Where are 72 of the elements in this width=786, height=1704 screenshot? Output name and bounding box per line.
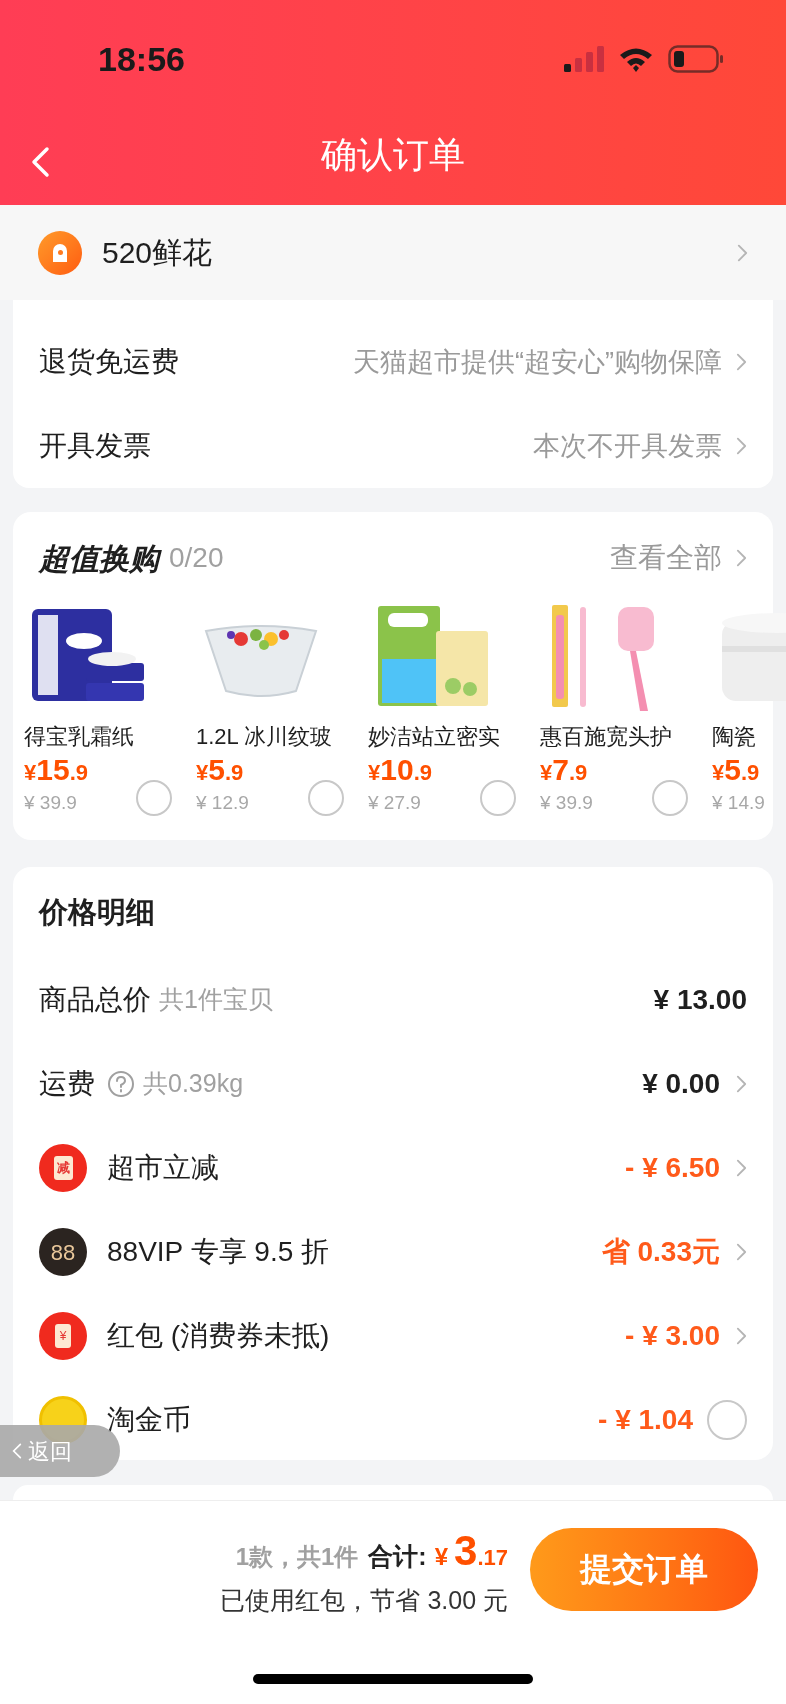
radio-button[interactable] xyxy=(308,779,344,816)
price-label: 运费 xyxy=(39,1067,95,1101)
price-value: ¥ 0.00 xyxy=(642,1067,720,1101)
status-time: 18:56 xyxy=(98,38,185,80)
service-row[interactable]: 退货免运费 天猫超市提供“超安心”购物保障 xyxy=(39,320,747,404)
wifi-icon xyxy=(618,46,654,72)
page-title: 确认订单 xyxy=(321,132,465,177)
price-value: - ¥ 1.04 xyxy=(598,1403,693,1437)
service-row[interactable]: 开具发票 本次不开具发票 xyxy=(39,404,747,488)
total-label: 合计: xyxy=(368,1540,427,1572)
chevron-right-icon xyxy=(736,548,747,568)
service-label: 退货免运费 xyxy=(39,345,179,379)
chevron-right-icon xyxy=(736,1074,747,1094)
chevron-right-icon xyxy=(736,1326,747,1346)
price-value: - ¥ 6.50 xyxy=(625,1151,720,1185)
price-note: 共1件宝贝 xyxy=(159,984,273,1016)
product-price: ¥5.9 xyxy=(196,755,245,785)
product-name: 妙洁站立密实 xyxy=(368,723,501,751)
product-name: 得宝乳霜纸 xyxy=(24,723,135,751)
total-price: ¥3.17 xyxy=(434,1525,508,1576)
product-card[interactable]: 惠百施宽头护 ¥7.9 ¥ 39.9 xyxy=(540,600,712,818)
price-note: 共0.39kg xyxy=(143,1068,244,1100)
original-price: ¥ 39.9 xyxy=(540,791,593,815)
chevron-left-icon xyxy=(12,1442,22,1460)
product-price: ¥7.9 xyxy=(540,755,589,785)
item-count: 1款，共1件 xyxy=(235,1541,359,1572)
original-price: ¥ 12.9 xyxy=(196,791,249,815)
radio-button[interactable] xyxy=(707,1400,747,1440)
radio-button[interactable] xyxy=(480,779,516,816)
address-row[interactable]: 520鲜花 xyxy=(0,205,786,300)
service-value: 天猫超市提供“超安心”购物保障 xyxy=(352,345,722,379)
address-text: 520鲜花 xyxy=(102,235,214,271)
section-title: 价格明细 xyxy=(39,894,155,930)
product-name: 陶瓷 xyxy=(712,723,757,751)
product-card[interactable]: 1.2L 冰川纹玻 ¥5.9 ¥ 12.9 xyxy=(196,600,368,818)
radio-button[interactable] xyxy=(136,779,172,816)
discount-envelope-icon: 减 xyxy=(39,1144,87,1192)
product-price: ¥5.9 xyxy=(712,755,761,785)
price-value: - ¥ 3.00 xyxy=(625,1319,720,1353)
original-price: ¥ 14.9 xyxy=(712,791,765,815)
envelope-icon: ¥ xyxy=(39,1312,87,1360)
back-icon[interactable] xyxy=(30,145,50,178)
price-label: 红包 (消费券未抵) xyxy=(107,1319,330,1353)
price-label: 超市立减 xyxy=(107,1151,219,1185)
price-value: ¥ 13.00 xyxy=(653,983,747,1017)
price-label: 88VIP 专享 9.5 折 xyxy=(107,1235,330,1269)
original-price: ¥ 39.9 xyxy=(24,791,78,815)
signal-icon xyxy=(564,46,604,72)
product-name: 1.2L 冰川纹玻 xyxy=(196,723,334,751)
price-label: 商品总价 xyxy=(39,983,151,1017)
help-icon[interactable] xyxy=(107,1070,135,1098)
service-label: 开具发票 xyxy=(39,429,151,463)
product-price: ¥15.9 xyxy=(24,755,88,785)
vip-badge-icon: 88 xyxy=(39,1228,87,1276)
chevron-right-icon xyxy=(736,1158,747,1178)
service-value: 本次不开具发票 xyxy=(532,429,722,463)
product-card[interactable]: 妙洁站立密实 ¥10.9 ¥ 27.9 xyxy=(368,600,540,818)
battery-icon xyxy=(668,45,724,73)
product-card[interactable]: 陶瓷 ¥5.9 ¥ 14.9 xyxy=(712,600,786,818)
chevron-right-icon xyxy=(736,1242,747,1262)
price-value: 省 0.33元 xyxy=(601,1235,720,1269)
original-price: ¥ 27.9 xyxy=(368,791,422,815)
exchange-count: 0/20 xyxy=(169,541,225,575)
product-name: 惠百施宽头护 xyxy=(540,723,673,751)
savings-note: 已使用红包，节省 3.00 元 xyxy=(220,1584,508,1616)
chevron-right-icon xyxy=(736,436,747,456)
chevron-right-icon xyxy=(736,352,747,372)
location-pin-icon xyxy=(38,230,82,275)
chevron-right-icon xyxy=(737,242,748,263)
product-price: ¥10.9 xyxy=(368,755,432,785)
product-card[interactable]: 得宝乳霜纸 ¥15.9 ¥ 39.9 xyxy=(24,600,196,818)
radio-button[interactable] xyxy=(652,779,688,816)
